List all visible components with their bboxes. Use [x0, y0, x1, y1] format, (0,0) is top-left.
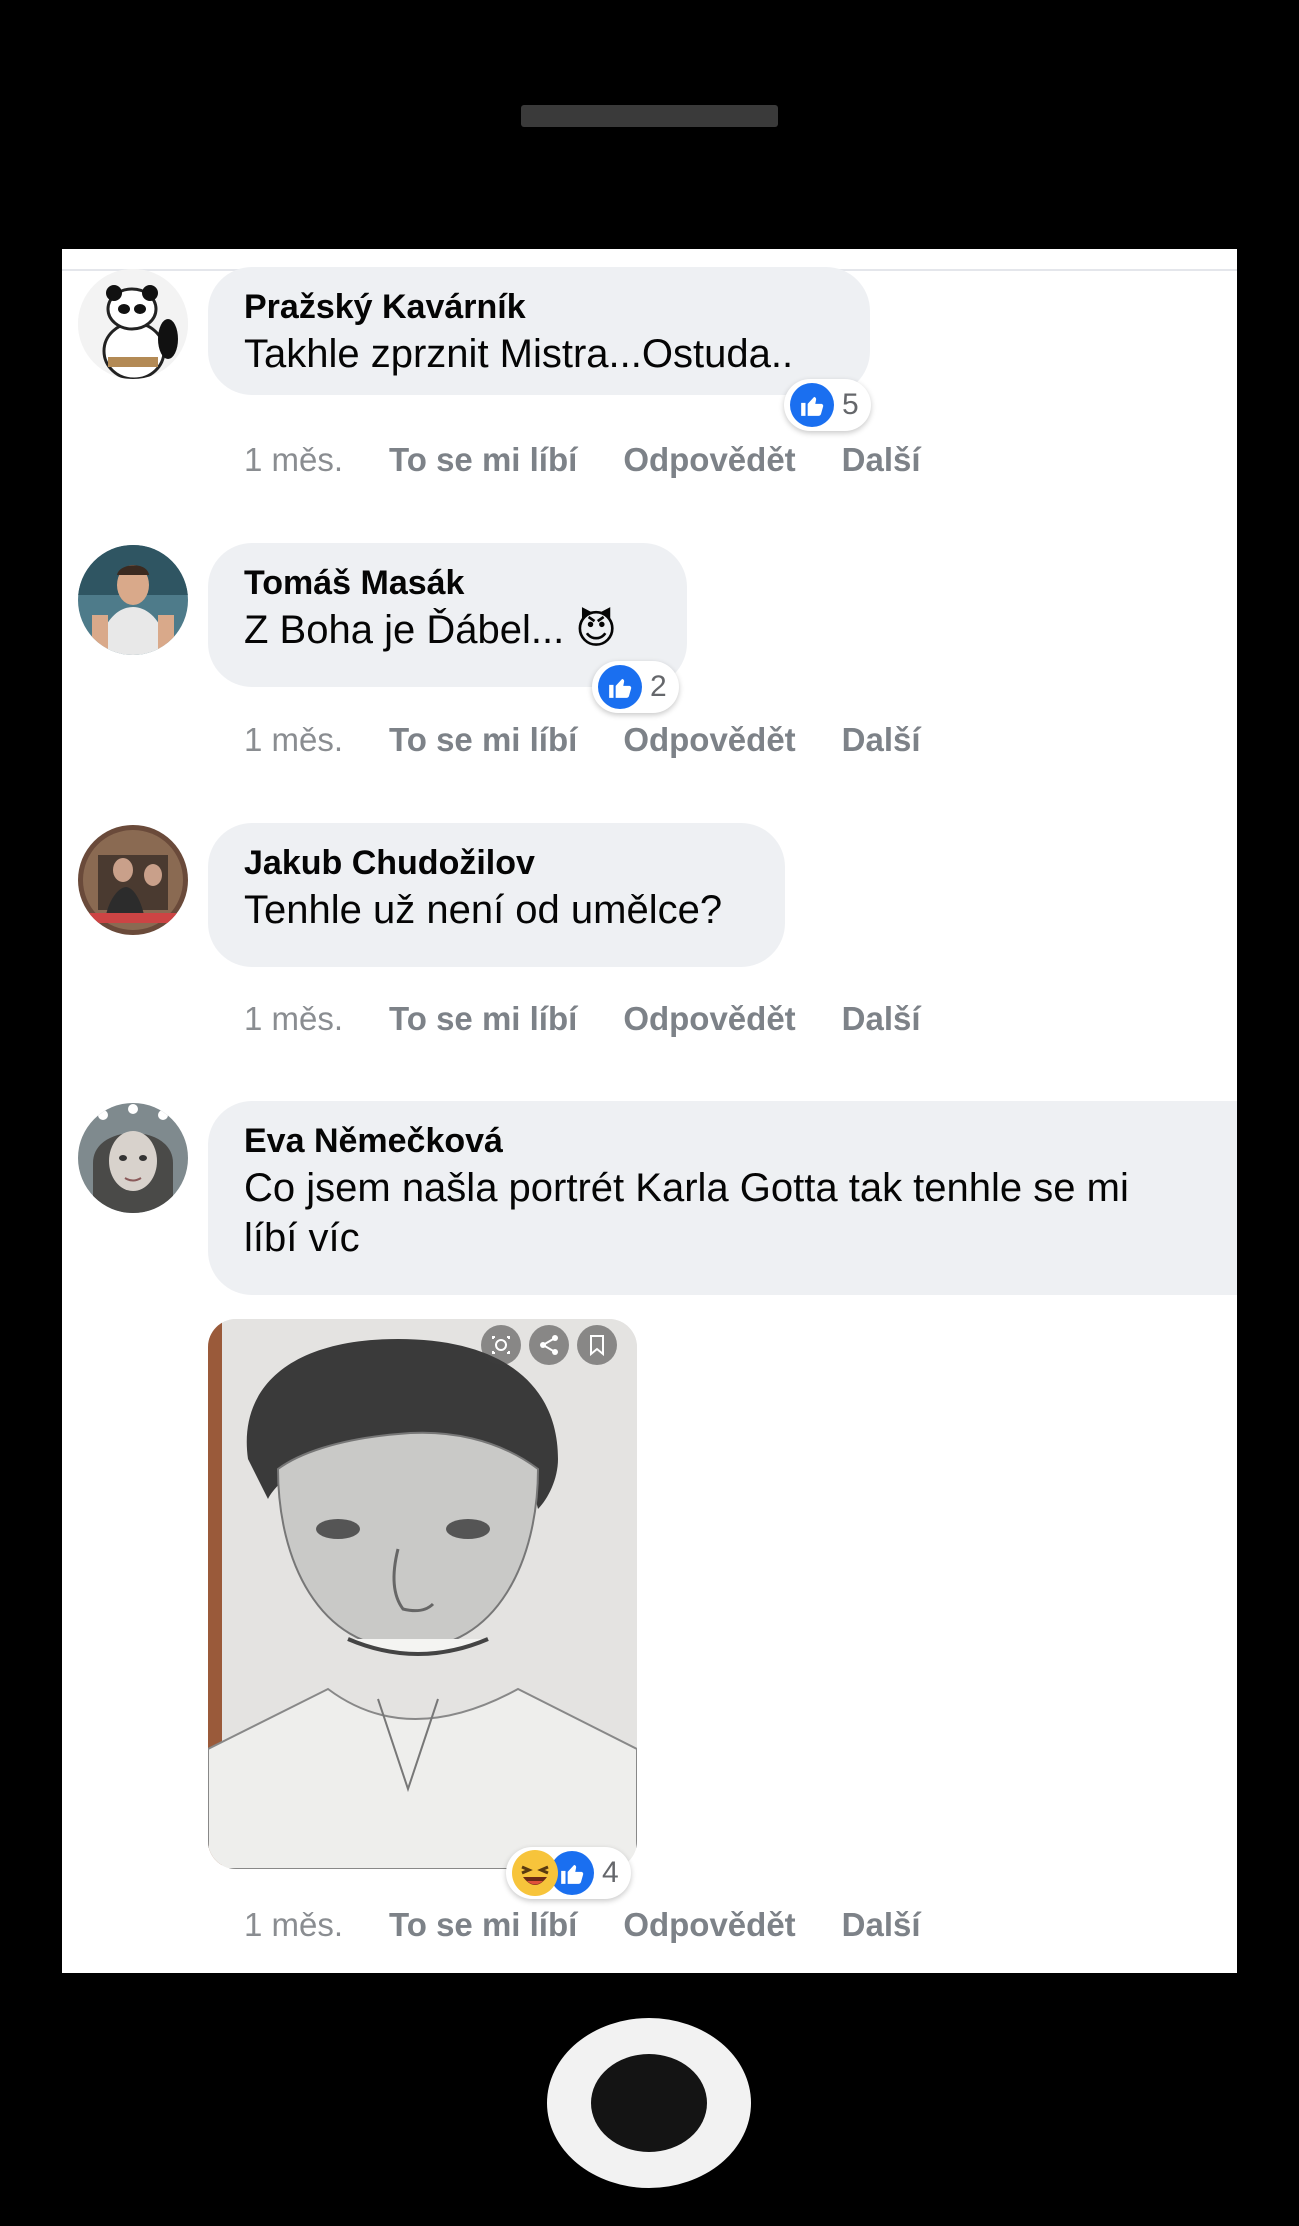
comment-text-line: Co jsem našla portrét Karla Gotta tak te… — [244, 1166, 1129, 1210]
comment-bubble: Jakub Chudožilov Tenhle už není od umělc… — [208, 823, 785, 967]
comment-time[interactable]: 1 měs. — [244, 441, 343, 479]
avatar[interactable] — [78, 545, 188, 655]
comment-author[interactable]: Eva Němečková — [244, 1119, 1232, 1163]
comment-text: Takhle zprznit Mistra...Ostuda.. — [244, 332, 794, 376]
comment-actions: 1 měs. To se mi líbí Odpovědět Další — [244, 1906, 967, 1944]
like-icon — [598, 665, 642, 709]
comment-time[interactable]: 1 měs. — [244, 721, 343, 759]
comment-text: Tenhle už není od umělce? — [244, 888, 723, 932]
reply-link[interactable]: Odpovědět — [623, 1906, 795, 1944]
like-link[interactable]: To se mi líbí — [389, 1906, 577, 1944]
reaction-summary[interactable]: 2 — [592, 661, 679, 713]
comment-text: Z Boha je Ďábel... 😈 — [244, 608, 617, 652]
more-link[interactable]: Další — [842, 1906, 921, 1944]
like-link[interactable]: To se mi líbí — [389, 1000, 577, 1038]
lens-icon[interactable] — [481, 1325, 521, 1365]
comment-bubble: Pražský Kavárník Takhle zprznit Mistra..… — [208, 267, 870, 395]
comment-author[interactable]: Jakub Chudožilov — [244, 841, 749, 885]
haha-icon — [512, 1850, 558, 1896]
phone-speaker — [521, 105, 778, 127]
comment-actions: 1 měs. To se mi líbí Odpovědět Další — [244, 441, 967, 479]
reply-link[interactable]: Odpovědět — [623, 441, 795, 479]
reply-link[interactable]: Odpovědět — [623, 721, 795, 759]
like-icon — [790, 383, 834, 427]
bookmark-icon[interactable] — [577, 1325, 617, 1365]
reaction-count: 5 — [842, 388, 859, 421]
more-link[interactable]: Další — [842, 441, 921, 479]
more-link[interactable]: Další — [842, 721, 921, 759]
avatar[interactable] — [78, 269, 188, 379]
comment-time[interactable]: 1 měs. — [244, 1906, 343, 1944]
reaction-summary[interactable]: 4 — [506, 1847, 631, 1899]
avatar[interactable] — [78, 1103, 188, 1213]
avatar[interactable] — [78, 825, 188, 935]
share-icon[interactable] — [529, 1325, 569, 1365]
comment-photo[interactable] — [208, 1319, 637, 1869]
home-button[interactable] — [547, 2018, 751, 2188]
comment-author[interactable]: Tomáš Masák — [244, 561, 651, 605]
reply-link[interactable]: Odpovědět — [623, 1000, 795, 1038]
like-link[interactable]: To se mi líbí — [389, 441, 577, 479]
comment-text-line: líbí víc — [244, 1216, 360, 1260]
reaction-count: 4 — [602, 1856, 619, 1889]
comment-actions: 1 měs. To se mi líbí Odpovědět Další — [244, 1000, 967, 1038]
more-link[interactable]: Další — [842, 1000, 921, 1038]
reaction-summary[interactable]: 5 — [784, 379, 871, 431]
like-link[interactable]: To se mi líbí — [389, 721, 577, 759]
comment-time[interactable]: 1 měs. — [244, 1000, 343, 1038]
comment-author[interactable]: Pražský Kavárník — [244, 285, 834, 329]
photo-controls — [481, 1325, 617, 1365]
comment-actions: 1 měs. To se mi líbí Odpovědět Další — [244, 721, 967, 759]
phone-screen: Pražský Kavárník Takhle zprznit Mistra..… — [62, 249, 1237, 1973]
comment-bubble: Eva Němečková Co jsem našla portrét Karl… — [208, 1101, 1237, 1295]
home-button-center — [591, 2054, 707, 2152]
reaction-count: 2 — [650, 670, 667, 703]
